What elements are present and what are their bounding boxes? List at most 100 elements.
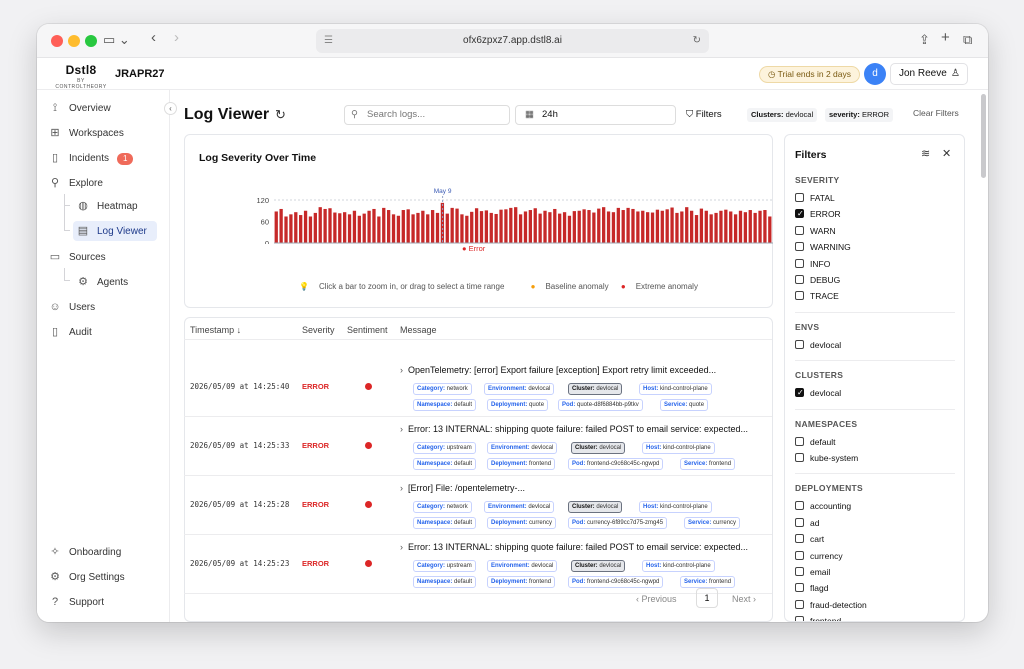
chart-bar[interactable] xyxy=(308,216,313,243)
time-range-picker[interactable]: ▦ 24h xyxy=(515,105,676,125)
expand-chevron-icon[interactable]: › xyxy=(400,542,403,552)
chart-bar[interactable] xyxy=(689,210,694,243)
metadata-tag[interactable]: Environment: devlocal xyxy=(487,560,558,572)
chart-bar[interactable] xyxy=(421,210,425,243)
filter-checkbox[interactable] xyxy=(795,275,804,284)
filter-option[interactable]: devlocal xyxy=(795,339,841,351)
next-button[interactable]: Next › xyxy=(732,594,756,604)
filter-checkbox[interactable] xyxy=(795,387,804,398)
collapse-sidebar-button[interactable]: ‹ xyxy=(164,102,177,115)
refresh-icon[interactable]: ↻ xyxy=(275,107,286,123)
close-window-button[interactable] xyxy=(51,35,63,47)
chart-bar[interactable] xyxy=(484,210,489,243)
chart-bar[interactable] xyxy=(694,215,699,243)
filter-option[interactable]: kube-system xyxy=(795,453,858,464)
filter-option[interactable]: FATAL xyxy=(795,193,835,204)
chart-bar[interactable] xyxy=(465,215,469,243)
chart-bar[interactable] xyxy=(504,209,508,243)
row-message[interactable]: › Error: 13 INTERNAL: shipping quote fail… xyxy=(400,542,748,552)
search-input[interactable]: ⚲ Search logs... xyxy=(344,105,510,125)
chart-bar[interactable] xyxy=(406,209,410,243)
metadata-tag[interactable]: Category: upstream xyxy=(413,442,476,454)
filter-option[interactable]: email xyxy=(795,567,830,578)
chart-bar[interactable] xyxy=(294,212,298,243)
chart-bar[interactable] xyxy=(724,209,728,243)
sidebar-item-onboarding[interactable]: ✧ Onboarding xyxy=(47,542,121,562)
chart-bar[interactable] xyxy=(636,211,640,243)
filter-checkbox[interactable] xyxy=(795,258,804,268)
chart-bar[interactable] xyxy=(748,210,752,243)
chart-bar[interactable] xyxy=(460,214,464,243)
metadata-tag[interactable]: Host: kind-control-plane xyxy=(642,442,715,454)
chart-bar[interactable] xyxy=(445,213,449,243)
sidebar-item-overview[interactable]: ⟟ Overview xyxy=(47,98,111,118)
chart-bar[interactable] xyxy=(357,215,361,243)
chart-bar[interactable] xyxy=(733,214,738,243)
sidebar-toggle-icon[interactable]: ▭ ⌄ xyxy=(103,32,130,48)
chart-bar[interactable] xyxy=(499,209,503,243)
chart-bar[interactable] xyxy=(729,211,733,243)
filter-checkbox[interactable] xyxy=(795,208,804,219)
page-settings-icon[interactable]: ☰ xyxy=(324,29,333,53)
layers-icon[interactable]: ≋ xyxy=(921,147,930,160)
chart-bar[interactable] xyxy=(543,210,547,243)
chart-bar[interactable] xyxy=(562,212,567,243)
chart-bar[interactable] xyxy=(518,214,523,243)
chart-bar[interactable] xyxy=(597,208,601,243)
sidebar-item-heatmap[interactable]: ◍ Heatmap xyxy=(75,196,157,216)
chart-bar[interactable] xyxy=(655,209,660,243)
metadata-tag[interactable]: Deployment: currency xyxy=(487,517,557,529)
chart-bar[interactable] xyxy=(567,215,572,243)
filter-option[interactable]: accounting xyxy=(795,501,851,512)
chart-bar[interactable] xyxy=(572,211,576,243)
chart-bar[interactable] xyxy=(391,214,396,243)
chart-bar[interactable] xyxy=(347,214,352,243)
metadata-tag[interactable]: Namespace: default xyxy=(413,458,477,470)
table-row[interactable]: 2026/05/09 at 14:25:40 ERROR › OpenTelemetr… xyxy=(184,359,772,417)
chart-bar[interactable] xyxy=(430,210,435,243)
metadata-tag[interactable]: Cluster: devlocal xyxy=(568,501,623,513)
metadata-tag[interactable]: Deployment: frontend xyxy=(487,458,556,470)
col-severity[interactable]: Severity xyxy=(302,325,335,335)
chart-bar[interactable] xyxy=(284,216,288,243)
metadata-tag[interactable]: Service: frontend xyxy=(680,458,736,470)
zoom-window-button[interactable] xyxy=(85,35,97,47)
chart-bar[interactable] xyxy=(533,208,537,243)
chart-bar[interactable] xyxy=(289,214,293,243)
chart-bar[interactable] xyxy=(489,212,493,243)
chart-bar[interactable] xyxy=(514,207,518,243)
filter-option[interactable]: cart xyxy=(795,534,824,545)
chart-bar[interactable] xyxy=(631,208,635,243)
chart-bar[interactable] xyxy=(528,210,532,243)
filter-option[interactable]: flagd xyxy=(795,583,828,594)
chart-bar[interactable] xyxy=(318,207,322,243)
close-icon[interactable]: ✕ xyxy=(942,147,951,160)
sidebar-item-explore[interactable]: ⚲ Explore xyxy=(47,173,103,193)
chart-bar[interactable] xyxy=(523,211,528,243)
chart-bar[interactable] xyxy=(479,211,484,243)
chart-bar[interactable] xyxy=(352,210,357,243)
metadata-tag[interactable]: Deployment: quote xyxy=(487,399,549,411)
chart-bar[interactable] xyxy=(763,210,767,243)
row-message[interactable]: › OpenTelemetry: [error] Export failure [… xyxy=(400,365,716,375)
metadata-tag[interactable]: Service: quote xyxy=(660,399,709,411)
metadata-tag[interactable]: Pod: frontend-c9c68c45c-ngwpd xyxy=(568,458,664,470)
chart-bar[interactable] xyxy=(367,210,371,243)
metadata-tag[interactable]: Cluster: devlocal xyxy=(571,442,626,454)
address-bar[interactable]: ☰ ofx6zpxz7.app.dstl8.ai ↻ xyxy=(316,29,709,53)
filter-checkbox[interactable] xyxy=(795,291,804,301)
chart-bar[interactable] xyxy=(426,214,430,243)
chart-bar[interactable] xyxy=(670,207,674,243)
filter-checkbox[interactable] xyxy=(795,242,804,252)
expand-chevron-icon[interactable]: › xyxy=(400,365,403,375)
chart-bar[interactable] xyxy=(758,210,762,243)
metadata-tag[interactable]: Category: network xyxy=(413,383,472,395)
filter-checkbox[interactable] xyxy=(795,599,804,609)
filter-checkbox[interactable] xyxy=(795,534,804,544)
row-message[interactable]: › [Error] File: /opentelemetry-... xyxy=(400,483,525,493)
chart-bar[interactable] xyxy=(709,214,713,243)
chart-bar[interactable] xyxy=(538,213,542,243)
filter-option[interactable]: DEBUG xyxy=(795,275,840,286)
filter-checkbox[interactable] xyxy=(795,501,804,511)
chart-bar[interactable] xyxy=(279,208,283,243)
